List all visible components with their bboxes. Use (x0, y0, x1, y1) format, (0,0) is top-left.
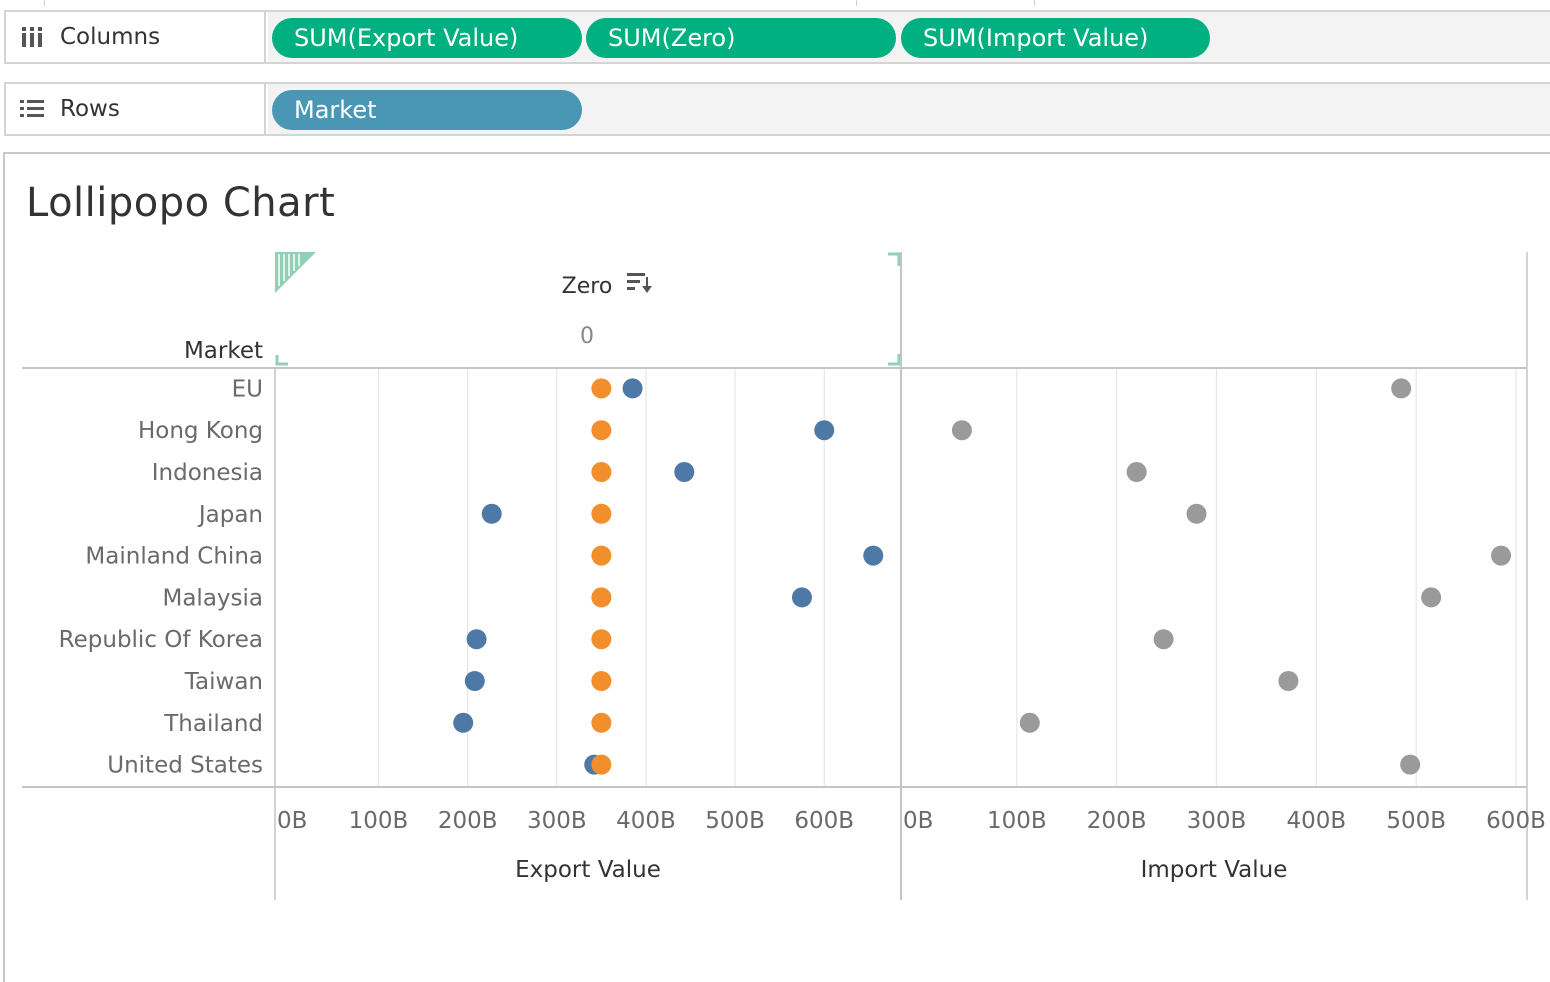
x-tick-label: 0B (277, 808, 307, 834)
point-export-value (674, 462, 695, 482)
point-export-value (466, 629, 487, 650)
row-label: Malaysia (162, 585, 263, 611)
x-tick-label: 200B (1087, 808, 1147, 834)
zero-header-label: Zero (562, 274, 613, 299)
x-tick-label: 600B (794, 808, 854, 834)
zero-axis-tick: 0 (580, 324, 594, 349)
point-import-value (1153, 629, 1174, 650)
x-tick-label: 200B (438, 808, 498, 834)
x-tick-label: 100B (987, 808, 1047, 834)
row-label: United States (107, 753, 263, 779)
row-label: Japan (197, 502, 263, 528)
point-export-value (464, 671, 485, 691)
row-header-market: Market (184, 338, 263, 364)
x-tick-label: 400B (616, 808, 676, 834)
point-import-value (1019, 712, 1040, 733)
x-tick-label: 500B (1386, 808, 1446, 834)
point-zero (591, 503, 612, 524)
row-label: EU (232, 376, 263, 402)
sort-descending-icon[interactable] (627, 273, 652, 293)
point-zero (591, 420, 612, 441)
point-zero (591, 587, 612, 608)
point-zero (591, 629, 612, 650)
point-import-value (1391, 378, 1412, 399)
x-tick-label: 100B (349, 808, 409, 834)
point-zero (591, 545, 612, 566)
point-zero (591, 754, 612, 775)
point-import-value (1186, 503, 1207, 524)
row-label: Hong Kong (138, 418, 263, 444)
point-import-value (1491, 545, 1512, 566)
point-export-value (453, 712, 474, 733)
point-zero (591, 462, 612, 482)
x-axis-title: Export Value (515, 857, 661, 883)
x-tick-label: 300B (527, 808, 587, 834)
x-tick-label: 0B (903, 808, 933, 834)
point-zero (591, 671, 612, 691)
row-label: Republic Of Korea (59, 627, 263, 653)
point-export-value (481, 503, 502, 524)
row-label: Taiwan (184, 669, 263, 695)
row-label: Thailand (163, 711, 263, 737)
lollipop-chart: Market Zero 0 EU Hong Kong Indonesia Japan M… (22, 252, 1546, 900)
point-zero (591, 712, 612, 733)
row-label: Mainland China (85, 544, 263, 570)
point-import-value (1278, 671, 1299, 691)
point-import-value (1421, 587, 1442, 608)
point-import-value (1126, 462, 1147, 482)
point-export-value (622, 378, 643, 399)
row-label: Indonesia (152, 460, 263, 486)
x-tick-label: 300B (1187, 808, 1247, 834)
x-tick-label: 400B (1286, 808, 1346, 834)
point-zero (591, 378, 612, 399)
point-export-value (814, 420, 835, 441)
x-tick-label: 600B (1486, 808, 1546, 834)
point-export-value (863, 545, 884, 566)
x-axis-title: Import Value (1141, 857, 1288, 883)
x-tick-label: 500B (705, 808, 765, 834)
point-import-value (1400, 754, 1421, 775)
point-import-value (951, 420, 972, 441)
point-export-value (791, 587, 812, 608)
